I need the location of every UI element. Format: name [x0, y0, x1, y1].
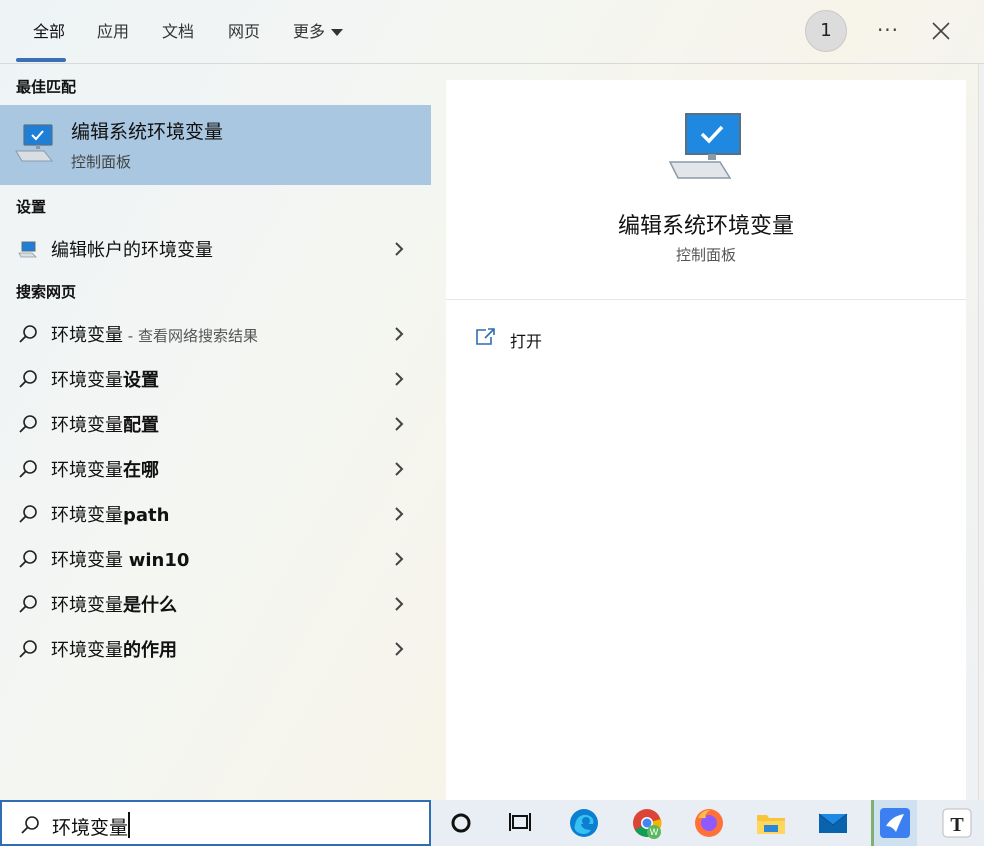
search-icon [19, 595, 37, 613]
web-search-heading: 搜索网页 [16, 283, 77, 301]
web-item-label: 环境变量path [51, 501, 169, 527]
web-item[interactable]: 环境变量path [0, 491, 431, 536]
chevron-right-icon[interactable] [392, 460, 406, 478]
control-panel-monitor-icon [15, 124, 54, 162]
settings-item-label: 编辑帐户的环境变量 [51, 240, 213, 261]
chevron-right-icon[interactable] [392, 325, 406, 343]
best-match-item[interactable]: 编辑系统环境变量 控制面板 [0, 105, 431, 185]
active-tab-indicator [16, 58, 66, 62]
chevron-down-icon [331, 29, 344, 36]
tab-more-label: 更多 [293, 22, 326, 41]
best-match-title: 编辑系统环境变量 [71, 121, 224, 143]
web-item-label: 环境变量的作用 [51, 636, 177, 662]
search-icon [19, 415, 37, 433]
preview-title: 编辑系统环境变量 [617, 214, 794, 239]
mail-icon[interactable] [816, 806, 850, 840]
background-window-edge [978, 64, 984, 800]
web-item-prefix: 环境变量 [51, 505, 123, 526]
search-icon [19, 640, 37, 658]
search-input[interactable]: 环境变量 [52, 813, 128, 840]
web-item[interactable]: 环境变量配置 [0, 401, 431, 446]
web-item-suggestion: 配置 [123, 415, 159, 436]
text-cursor [128, 812, 130, 838]
close-button[interactable] [926, 16, 956, 46]
tab-all[interactable]: 全部 [33, 20, 65, 44]
web-item-suggestion: 的作用 [123, 640, 177, 661]
web-item-label: 环境变量在哪 [51, 456, 159, 482]
web-item-prefix: 环境变量 [51, 460, 123, 481]
web-item[interactable]: 环境变量的作用 [0, 626, 431, 671]
preview-subtitle: 控制面板 [675, 246, 736, 264]
chevron-right-icon[interactable] [392, 370, 406, 388]
tab-web[interactable]: 网页 [228, 20, 260, 44]
chevron-right-icon[interactable] [392, 640, 406, 658]
web-item-suggestion: 在哪 [123, 460, 159, 481]
web-item-prefix: 环境变量 [51, 595, 123, 616]
web-query: 环境变量 [51, 325, 123, 346]
web-item-prefix: 环境变量 [51, 550, 129, 571]
taskbar: 环境变量 W T [0, 800, 984, 846]
tab-documents[interactable]: 文档 [162, 20, 194, 44]
chevron-right-icon[interactable] [392, 595, 406, 613]
chevron-right-icon[interactable] [392, 415, 406, 433]
web-hint: - 查看网络搜索结果 [123, 327, 258, 345]
control-panel-monitor-icon [668, 113, 741, 179]
open-external-icon [476, 328, 495, 345]
web-item-suggestion: 是什么 [123, 595, 177, 616]
web-item-label: 环境变量 - 查看网络搜索结果 [51, 321, 258, 347]
web-item-prefix: 环境变量 [51, 415, 123, 436]
preview-header: 编辑系统环境变量 控制面板 [446, 80, 966, 300]
web-item-prefix: 环境变量 [51, 370, 123, 391]
tab-more[interactable]: 更多 [293, 20, 344, 44]
chevron-right-icon[interactable] [392, 505, 406, 523]
svg-text:W: W [650, 827, 659, 837]
settings-monitor-icon [18, 241, 37, 258]
chevron-right-icon[interactable] [392, 550, 406, 568]
search-icon [19, 325, 37, 343]
chrome-icon[interactable]: W [630, 806, 664, 840]
web-item-suggestion: 设置 [123, 370, 159, 391]
feishu-icon[interactable] [878, 806, 912, 840]
search-icon [19, 505, 37, 523]
web-item-label: 环境变量是什么 [51, 591, 177, 617]
web-item-suggestion: path [123, 505, 170, 526]
rewards-badge[interactable]: 1 [805, 10, 847, 52]
settings-heading: 设置 [16, 198, 47, 216]
more-options-button[interactable]: ··· [872, 16, 904, 48]
search-icon [21, 816, 39, 834]
search-icon [19, 550, 37, 568]
typora-icon[interactable]: T [940, 806, 974, 840]
web-item-label: 环境变量设置 [51, 366, 159, 392]
web-item[interactable]: 环境变量设置 [0, 356, 431, 401]
preview-pane: 编辑系统环境变量 控制面板 打开 [446, 80, 966, 800]
web-item-view-results[interactable]: 环境变量 - 查看网络搜索结果 [0, 311, 431, 356]
taskbar-search-box[interactable]: 环境变量 [0, 800, 431, 846]
best-match-subtitle: 控制面板 [71, 153, 132, 171]
firefox-icon[interactable] [692, 806, 726, 840]
web-item[interactable]: 环境变量 win10 [0, 536, 431, 581]
task-view-icon[interactable] [504, 806, 538, 840]
search-icon [19, 370, 37, 388]
web-item[interactable]: 环境变量在哪 [0, 446, 431, 491]
chevron-right-icon[interactable] [392, 240, 406, 258]
best-match-heading: 最佳匹配 [16, 78, 77, 96]
search-icon [19, 460, 37, 478]
open-action-label: 打开 [510, 332, 543, 351]
edge-icon[interactable] [567, 806, 601, 840]
tab-apps[interactable]: 应用 [97, 20, 129, 44]
cortana-icon[interactable] [444, 806, 478, 840]
top-bar: 全部 应用 文档 网页 更多 1 ··· [0, 0, 984, 64]
svg-text:T: T [950, 814, 964, 836]
web-item[interactable]: 环境变量是什么 [0, 581, 431, 626]
web-item-prefix: 环境变量 [51, 640, 123, 661]
file-explorer-icon[interactable] [754, 806, 788, 840]
search-window: 全部 应用 文档 网页 更多 1 ··· 最佳匹配 编辑系统环境变量 控制面板 … [0, 0, 984, 800]
web-item-label: 环境变量配置 [51, 411, 159, 437]
web-item-label: 环境变量 win10 [51, 546, 189, 572]
close-icon [932, 22, 950, 40]
web-item-suggestion: win10 [128, 550, 190, 571]
settings-item-edit-account-env[interactable]: 编辑帐户的环境变量 [0, 226, 431, 271]
